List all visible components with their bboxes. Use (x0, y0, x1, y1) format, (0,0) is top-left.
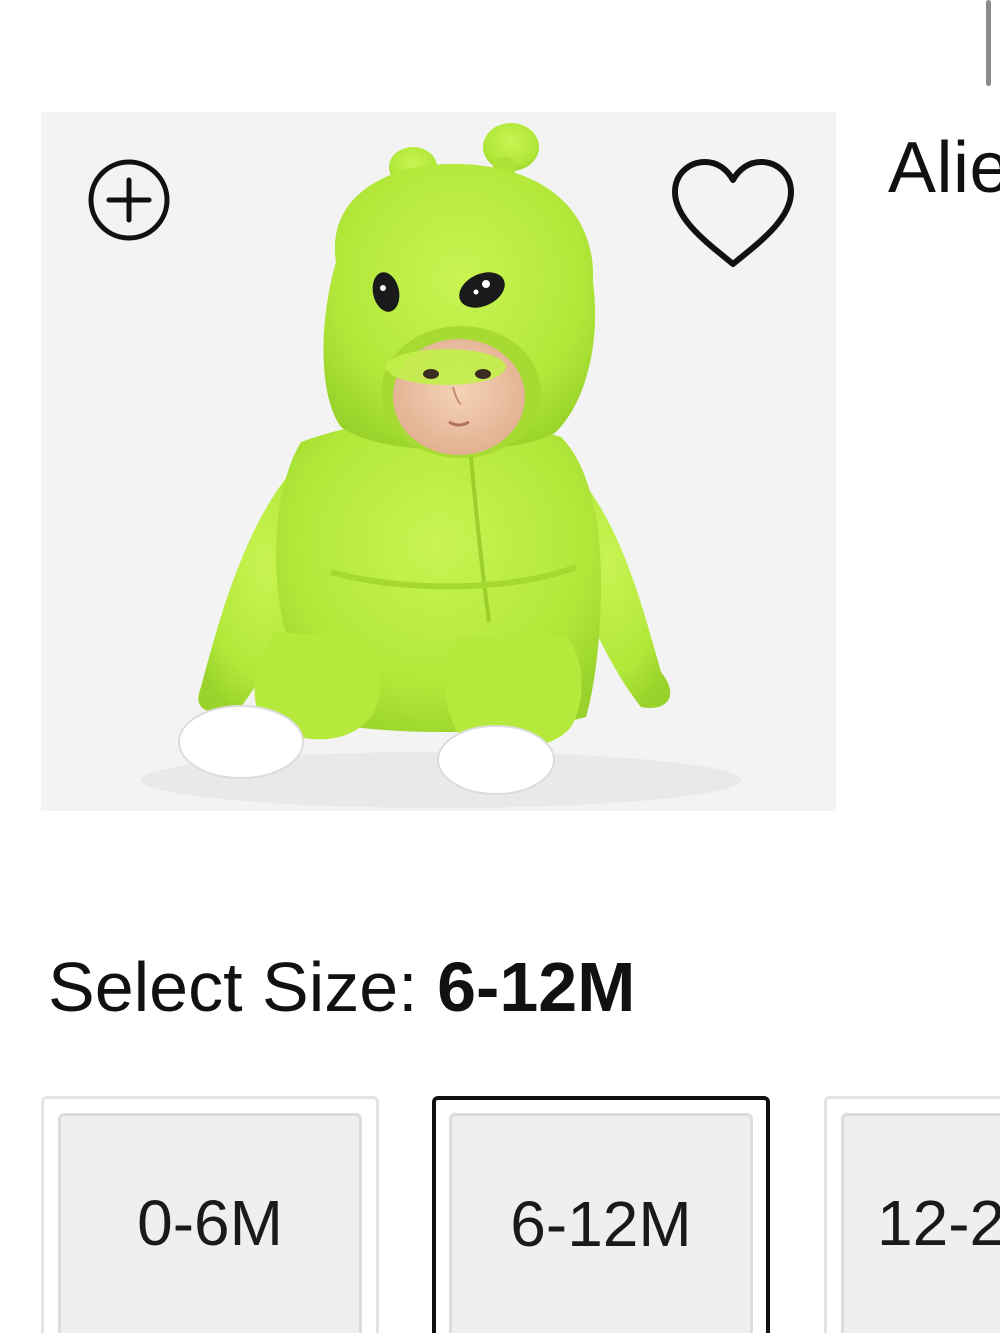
size-option-label: 0-6M (137, 1187, 283, 1259)
size-option-12-24m[interactable]: 12-2 (824, 1096, 1000, 1333)
size-selector-label: Select Size: (48, 948, 418, 1026)
size-option-label: 6-12M (510, 1188, 692, 1260)
size-option-label: 12-2 (877, 1187, 1000, 1259)
zoom-button[interactable] (87, 158, 171, 242)
size-selector-heading: Select Size: 6-12M (48, 952, 636, 1022)
product-title: Alie (888, 128, 1000, 208)
product-page: Alie Select Size: 6-12M 0-6M 6-12M 12-2 (0, 0, 1000, 1333)
heart-outline-icon (672, 159, 794, 267)
size-option-6-12m[interactable]: 6-12M (432, 1096, 770, 1333)
size-selected-value: 6-12M (437, 948, 636, 1026)
product-image[interactable] (41, 112, 836, 811)
scrollbar[interactable] (986, 0, 991, 86)
plus-circle-icon (88, 159, 170, 241)
favorite-button[interactable] (669, 156, 797, 274)
size-option-0-6m[interactable]: 0-6M (41, 1096, 379, 1333)
